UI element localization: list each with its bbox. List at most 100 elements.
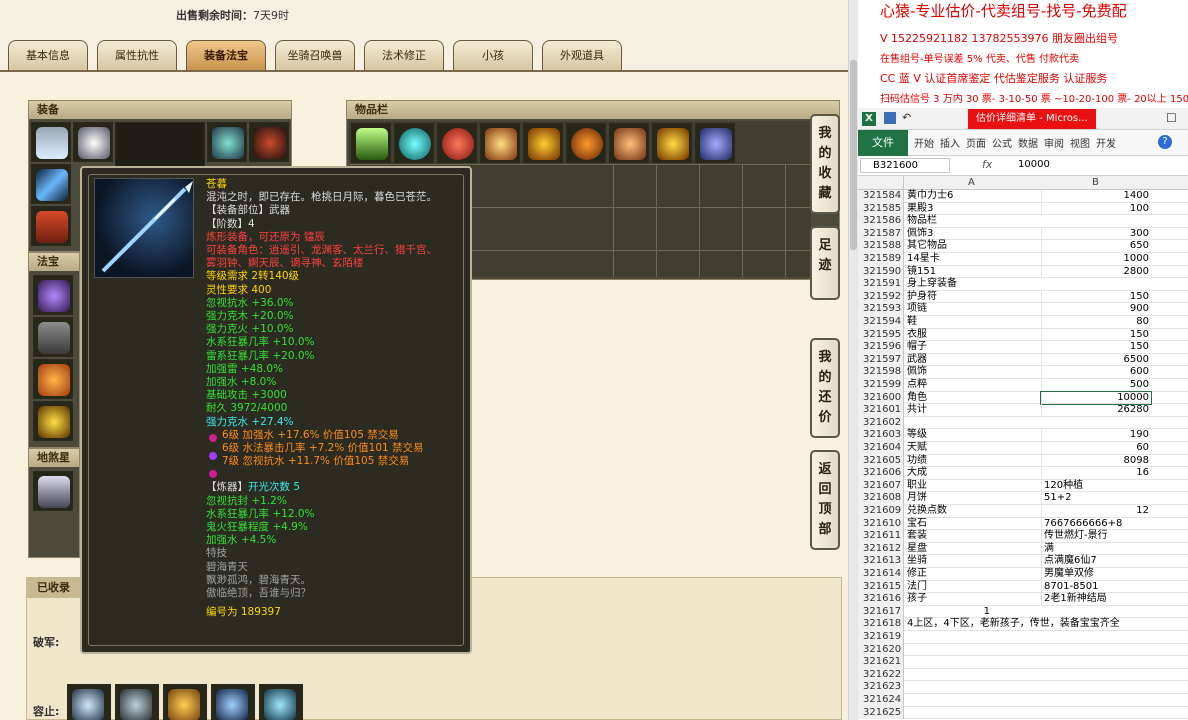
cell-a[interactable]: 天赋 xyxy=(905,442,1040,455)
row-number[interactable]: 321618 xyxy=(858,618,904,631)
row-number[interactable]: 321623 xyxy=(858,681,904,694)
back-to-top-button[interactable]: 返回顶部 xyxy=(810,450,840,550)
row-number[interactable]: 321625 xyxy=(858,706,904,720)
cell-b[interactable]: 8701-8501 xyxy=(1041,580,1151,594)
row-number[interactable]: 321597 xyxy=(858,353,904,367)
ribbon-tab[interactable]: 公式 xyxy=(992,135,1012,150)
tab-mounts[interactable]: 坐骑召唤兽 xyxy=(275,40,355,70)
cell-b[interactable]: 650 xyxy=(1041,240,1151,253)
row-number[interactable]: 321620 xyxy=(858,643,904,657)
row-number[interactable]: 321619 xyxy=(858,631,904,644)
cell-b[interactable]: 男魔单双修 xyxy=(1041,568,1151,581)
cell-a[interactable]: 套装 xyxy=(905,530,1040,543)
row-number[interactable]: 321611 xyxy=(858,530,904,543)
cell-a[interactable]: 职业 xyxy=(905,480,1040,493)
name-box[interactable]: B321600 xyxy=(860,158,950,173)
cell-a[interactable]: 鞋 xyxy=(905,316,1040,329)
cell-b[interactable]: 点满魔6仙7 xyxy=(1041,555,1151,568)
bag-slot[interactable] xyxy=(695,123,735,163)
cell-b[interactable]: 2老1新神结局 xyxy=(1041,593,1151,606)
row-number[interactable]: 321609 xyxy=(858,505,904,518)
bag-slot[interactable] xyxy=(480,123,520,163)
cell-a[interactable]: 1 xyxy=(905,606,1040,619)
row-number[interactable]: 321617 xyxy=(858,605,904,619)
row-number[interactable]: 321600 xyxy=(858,391,904,405)
bag-slot[interactable] xyxy=(437,123,477,163)
cell-a[interactable]: 14星卡 xyxy=(905,253,1040,266)
cell-b[interactable]: 120种植 xyxy=(1041,479,1151,493)
row-number[interactable]: 321594 xyxy=(858,316,904,329)
cell-a[interactable]: 兑换点数 xyxy=(905,505,1040,518)
footprints-button[interactable]: 足迹 xyxy=(810,226,840,300)
ribbon-tab[interactable]: 插入 xyxy=(940,135,960,150)
cell-b[interactable]: 51+2 xyxy=(1041,492,1151,505)
cell-a[interactable]: 身上穿装备 xyxy=(905,278,1040,291)
row-number[interactable]: 321599 xyxy=(858,379,904,392)
row-number[interactable]: 321612 xyxy=(858,542,904,556)
collected-slot[interactable] xyxy=(115,684,159,720)
row-number[interactable]: 321596 xyxy=(858,341,904,354)
cell-a[interactable]: 月饼 xyxy=(905,492,1040,505)
cell-b[interactable]: 7667666666+8 xyxy=(1041,517,1151,531)
tab-file[interactable]: 文件 xyxy=(858,130,908,156)
ribbon-tab[interactable]: 视图 xyxy=(1070,135,1090,150)
cell-b[interactable]: 8098 xyxy=(1041,454,1151,468)
cell-b[interactable]: 600 xyxy=(1041,366,1151,379)
ribbon-tab[interactable]: 数据 xyxy=(1018,135,1038,150)
column-header-b[interactable]: B xyxy=(1092,177,1099,188)
cell-a[interactable]: 点粹 xyxy=(905,379,1040,392)
tab-equipment[interactable]: 装备法宝 xyxy=(186,40,266,70)
save-icon[interactable] xyxy=(884,112,896,124)
cell-a[interactable]: 4上区，4下区，老新孩子，传世，装备宝宝齐全 xyxy=(905,618,1120,631)
cell-a[interactable]: 佩饰 xyxy=(905,366,1040,379)
bag-slot[interactable] xyxy=(523,123,563,163)
cell-a[interactable]: 坐骑 xyxy=(905,555,1040,568)
row-number[interactable]: 321589 xyxy=(858,253,904,266)
column-header-a[interactable]: A xyxy=(968,177,975,188)
restore-icon[interactable]: ☐ xyxy=(1166,111,1177,125)
my-offers-button[interactable]: 我的还价 xyxy=(810,338,840,438)
cell-b[interactable]: 150 xyxy=(1041,328,1151,342)
collected-slot[interactable] xyxy=(67,684,111,720)
row-number[interactable]: 321605 xyxy=(858,454,904,468)
row-number[interactable]: 321586 xyxy=(858,215,904,228)
cell-b[interactable]: 2800 xyxy=(1041,265,1151,279)
help-icon[interactable]: ? xyxy=(1158,135,1172,149)
cell-b[interactable]: 26280 xyxy=(1041,404,1151,417)
cell-a[interactable]: 孩子 xyxy=(905,593,1040,606)
cell-b[interactable]: 300 xyxy=(1041,227,1151,241)
row-number[interactable]: 321607 xyxy=(858,479,904,493)
cell-b[interactable]: 10000 xyxy=(1040,390,1152,406)
bag-slot[interactable] xyxy=(351,123,391,163)
cell-a[interactable]: 等级 xyxy=(905,429,1040,442)
row-number[interactable]: 321604 xyxy=(858,442,904,455)
fabao-slot[interactable] xyxy=(33,401,73,441)
row-number[interactable]: 321587 xyxy=(858,227,904,241)
tab-basic[interactable]: 基本信息 xyxy=(8,40,88,70)
cell-a[interactable]: 大成 xyxy=(905,467,1040,480)
row-number[interactable]: 321621 xyxy=(858,656,904,669)
formula-input[interactable]: 10000 xyxy=(1018,159,1050,170)
row-number[interactable]: 321588 xyxy=(858,240,904,253)
equip-slot[interactable] xyxy=(73,122,113,162)
row-number[interactable]: 321584 xyxy=(858,190,904,203)
cell-b[interactable]: 传世燃灯-景行 xyxy=(1041,530,1151,543)
cell-b[interactable]: 6500 xyxy=(1041,353,1151,367)
cell-a[interactable]: 功绩 xyxy=(905,455,1040,468)
row-number[interactable]: 321592 xyxy=(858,290,904,304)
collected-slot[interactable] xyxy=(211,684,255,720)
cell-a[interactable]: 宝石 xyxy=(905,518,1040,531)
cell-a[interactable]: 物品栏 xyxy=(905,215,1040,228)
fabao-slot[interactable] xyxy=(33,317,73,357)
row-number[interactable]: 321601 xyxy=(858,404,904,417)
cell-a[interactable]: 果殿3 xyxy=(905,203,1040,216)
cell-a[interactable]: 其它物品 xyxy=(905,240,1040,253)
equip-slot-weapon[interactable] xyxy=(31,164,71,204)
bag-slot[interactable] xyxy=(652,123,692,163)
cell-b[interactable]: 1400 xyxy=(1041,190,1151,203)
cell-a[interactable]: 共计 xyxy=(905,404,1040,417)
cell-a[interactable]: 衣服 xyxy=(905,329,1040,342)
ribbon-tab[interactable]: 开始 xyxy=(914,135,934,150)
cell-b[interactable]: 150 xyxy=(1041,290,1151,304)
tab-spells[interactable]: 法术修正 xyxy=(364,40,444,70)
